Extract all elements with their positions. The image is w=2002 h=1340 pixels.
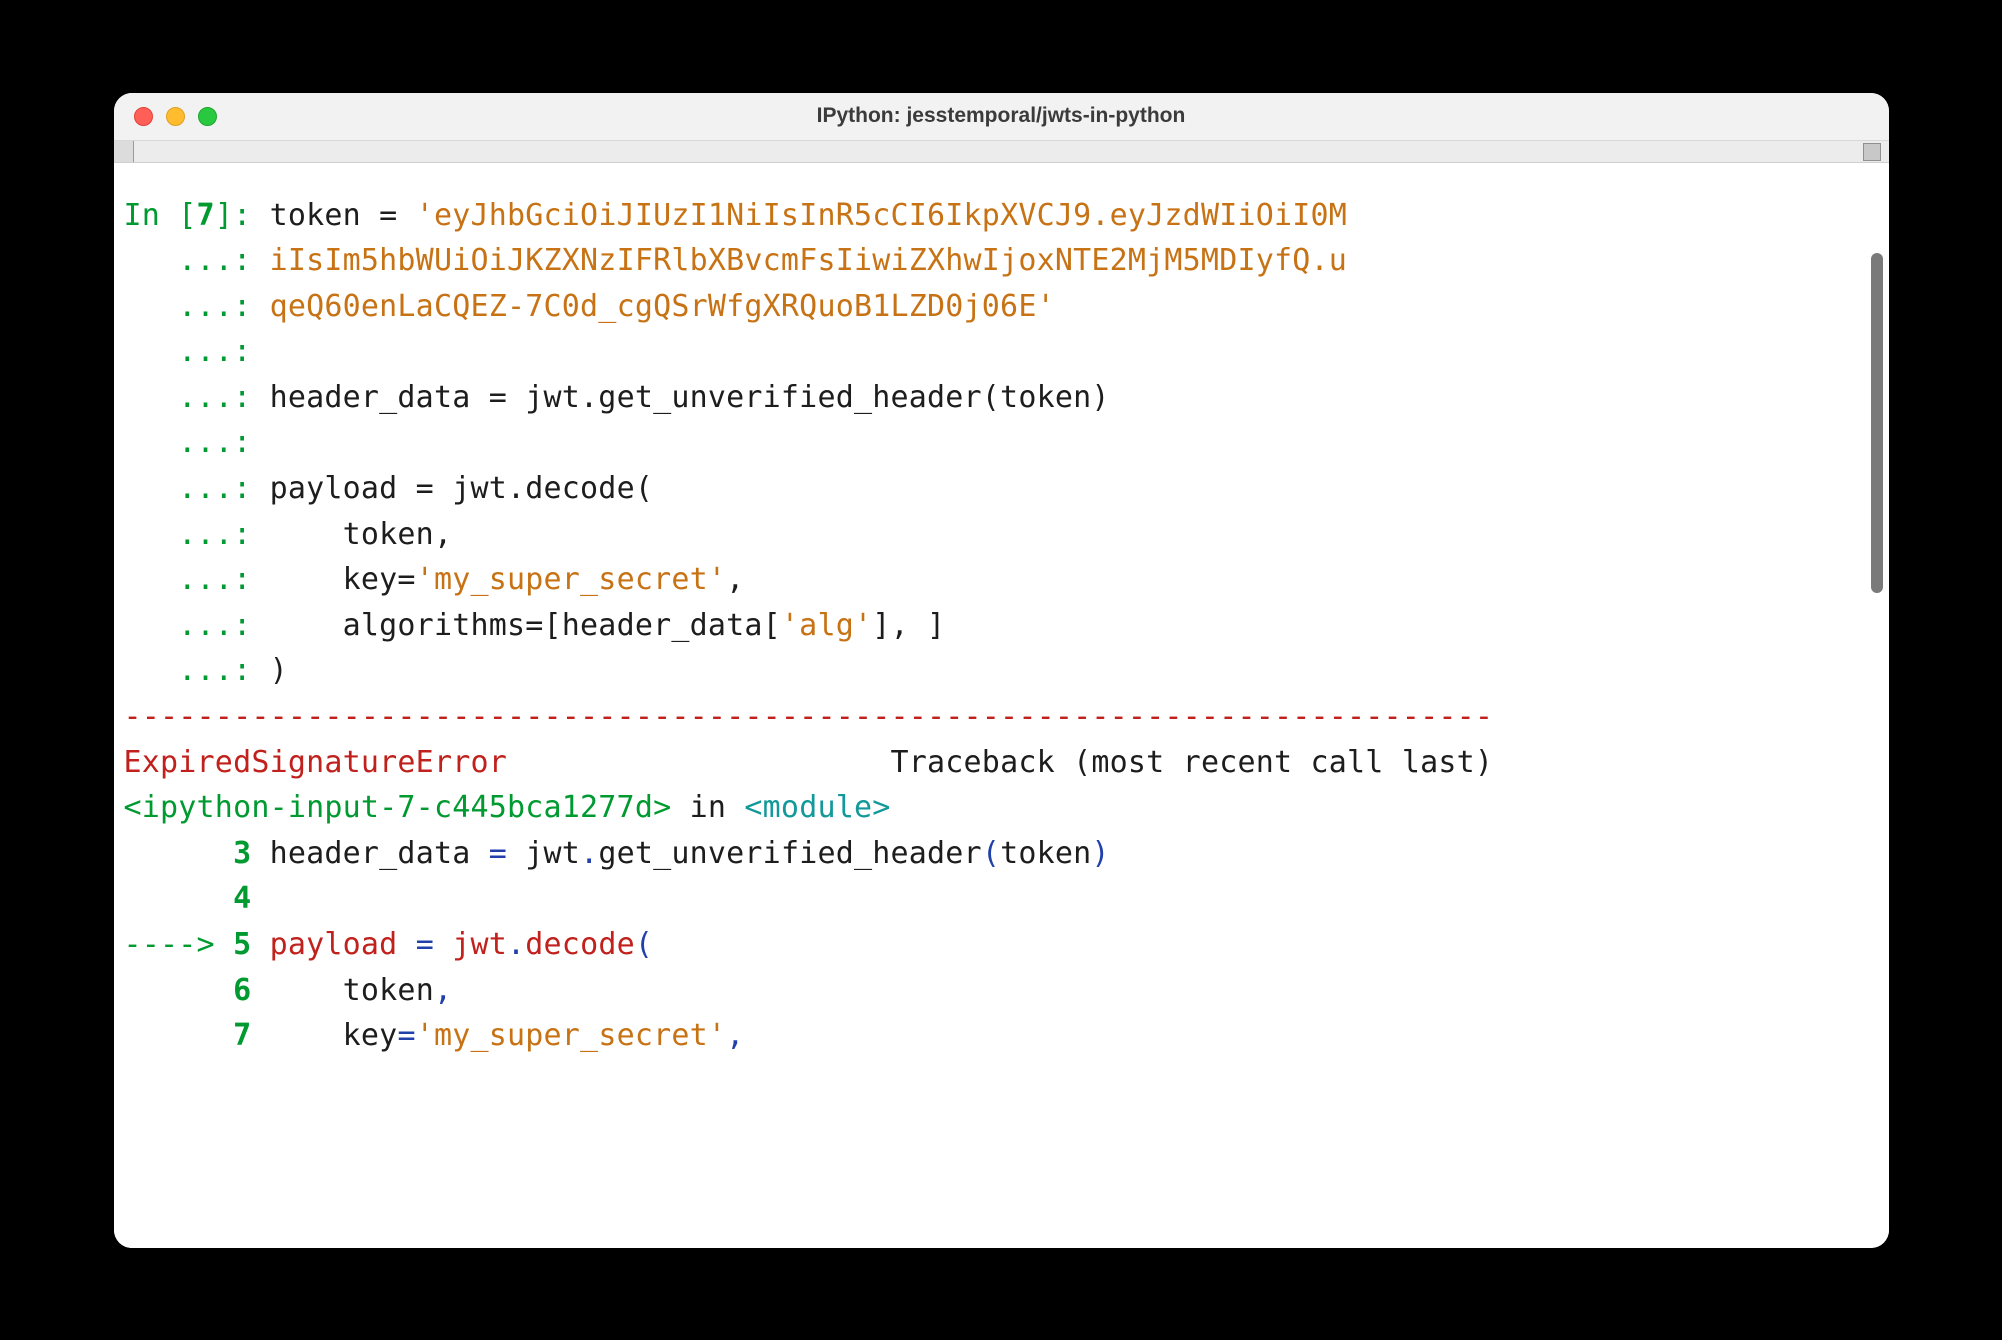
continuation-prompt: ...: <box>124 562 270 597</box>
prompt-in: In [ <box>124 198 197 233</box>
line-number: 6 <box>233 973 251 1008</box>
code-text: key= <box>270 562 416 597</box>
tb-code: token <box>1000 836 1091 871</box>
continuation-prompt: ...: <box>124 517 270 552</box>
line-number: 7 <box>233 1018 251 1053</box>
traceback-label: Traceback (most recent call last) <box>891 745 1494 780</box>
line-number: 4 <box>233 881 251 916</box>
tb-op: . <box>507 927 525 962</box>
string-literal: iIsIm5hbWUiOiJKZXNzIFRlbXBvcmFsIiwiZXhwI… <box>270 243 1347 278</box>
indent <box>124 836 234 871</box>
continuation-prompt: ...: <box>124 425 270 460</box>
tab-menu-icon[interactable] <box>1863 143 1881 161</box>
tab-bar <box>114 141 1889 163</box>
traceback-in: in <box>671 790 744 825</box>
continuation-prompt: ...: <box>124 243 270 278</box>
tb-code: jwt <box>507 836 580 871</box>
tb-op: . <box>580 836 598 871</box>
traceback-location: <ipython-input-7-c445bca1277d> <box>124 790 672 825</box>
line-number: 3 <box>233 836 251 871</box>
tb-op: , <box>434 973 452 1008</box>
close-icon[interactable] <box>134 107 153 126</box>
code-text: header_data = jwt.get_unverified_header(… <box>270 380 1110 415</box>
code-text: algorithms=[header_data[ <box>270 608 781 643</box>
code-text: token = <box>270 198 416 233</box>
code-text: ) <box>270 653 288 688</box>
string-literal: 'eyJhbGciOiJIUzI1NiIsInR5cCI6IkpXVCJ9.ey… <box>416 198 1347 233</box>
terminal-window: IPython: jesstemporal/jwts-in-python In … <box>114 93 1889 1248</box>
prompt-number: 7 <box>197 198 215 233</box>
indent <box>124 973 234 1008</box>
tb-op: = <box>416 927 434 962</box>
code-text: token, <box>270 517 453 552</box>
continuation-prompt: ...: <box>124 334 270 369</box>
spacer <box>507 745 891 780</box>
terminal-content[interactable]: In [7]: token = 'eyJhbGciOiJIUzI1NiIsInR… <box>114 163 1889 1248</box>
error-separator: ----------------------------------------… <box>124 699 1494 734</box>
indent <box>124 881 234 916</box>
tb-code-error: payload <box>251 927 415 962</box>
tb-op: ) <box>1091 836 1109 871</box>
code-text: , <box>726 562 744 597</box>
scrollbar-thumb[interactable] <box>1871 253 1883 593</box>
prompt-close: ]: <box>215 198 270 233</box>
continuation-prompt: ...: <box>124 471 270 506</box>
string-literal: 'my_super_secret' <box>416 562 726 597</box>
string-literal: 'my_super_secret' <box>416 1018 726 1053</box>
titlebar[interactable]: IPython: jesstemporal/jwts-in-python <box>114 93 1889 141</box>
tb-op: ( <box>982 836 1000 871</box>
tb-code: key <box>251 1018 397 1053</box>
window-title: IPython: jesstemporal/jwts-in-python <box>114 104 1889 128</box>
continuation-prompt: ...: <box>124 289 270 324</box>
continuation-prompt: ...: <box>124 653 270 688</box>
minimize-icon[interactable] <box>166 107 185 126</box>
tb-op: ( <box>635 927 653 962</box>
error-name: ExpiredSignatureError <box>124 745 508 780</box>
traceback-module: <module> <box>744 790 890 825</box>
tb-op: , <box>726 1018 744 1053</box>
string-literal: 'alg' <box>781 608 872 643</box>
traffic-lights <box>114 107 217 126</box>
tb-op: = <box>489 836 507 871</box>
tb-code-error: decode <box>525 927 635 962</box>
code-text: payload = jwt.decode( <box>270 471 654 506</box>
code-text: ], ] <box>872 608 945 643</box>
continuation-prompt: ...: <box>124 608 270 643</box>
tb-code: token <box>251 973 434 1008</box>
continuation-prompt: ...: <box>124 380 270 415</box>
maximize-icon[interactable] <box>198 107 217 126</box>
tb-code: get_unverified_header <box>598 836 982 871</box>
line-number: 5 <box>233 927 251 962</box>
string-literal: qeQ60enLaCQEZ-7C0d_cgQSrWfgXRQuoB1LZD0j0… <box>270 289 1055 324</box>
tb-code: header_data <box>251 836 488 871</box>
tb-op: = <box>397 1018 415 1053</box>
tb-code-error: jwt <box>434 927 507 962</box>
tab-stub[interactable] <box>114 141 134 162</box>
indent <box>124 1018 234 1053</box>
arrow-indicator: ----> <box>124 927 234 962</box>
